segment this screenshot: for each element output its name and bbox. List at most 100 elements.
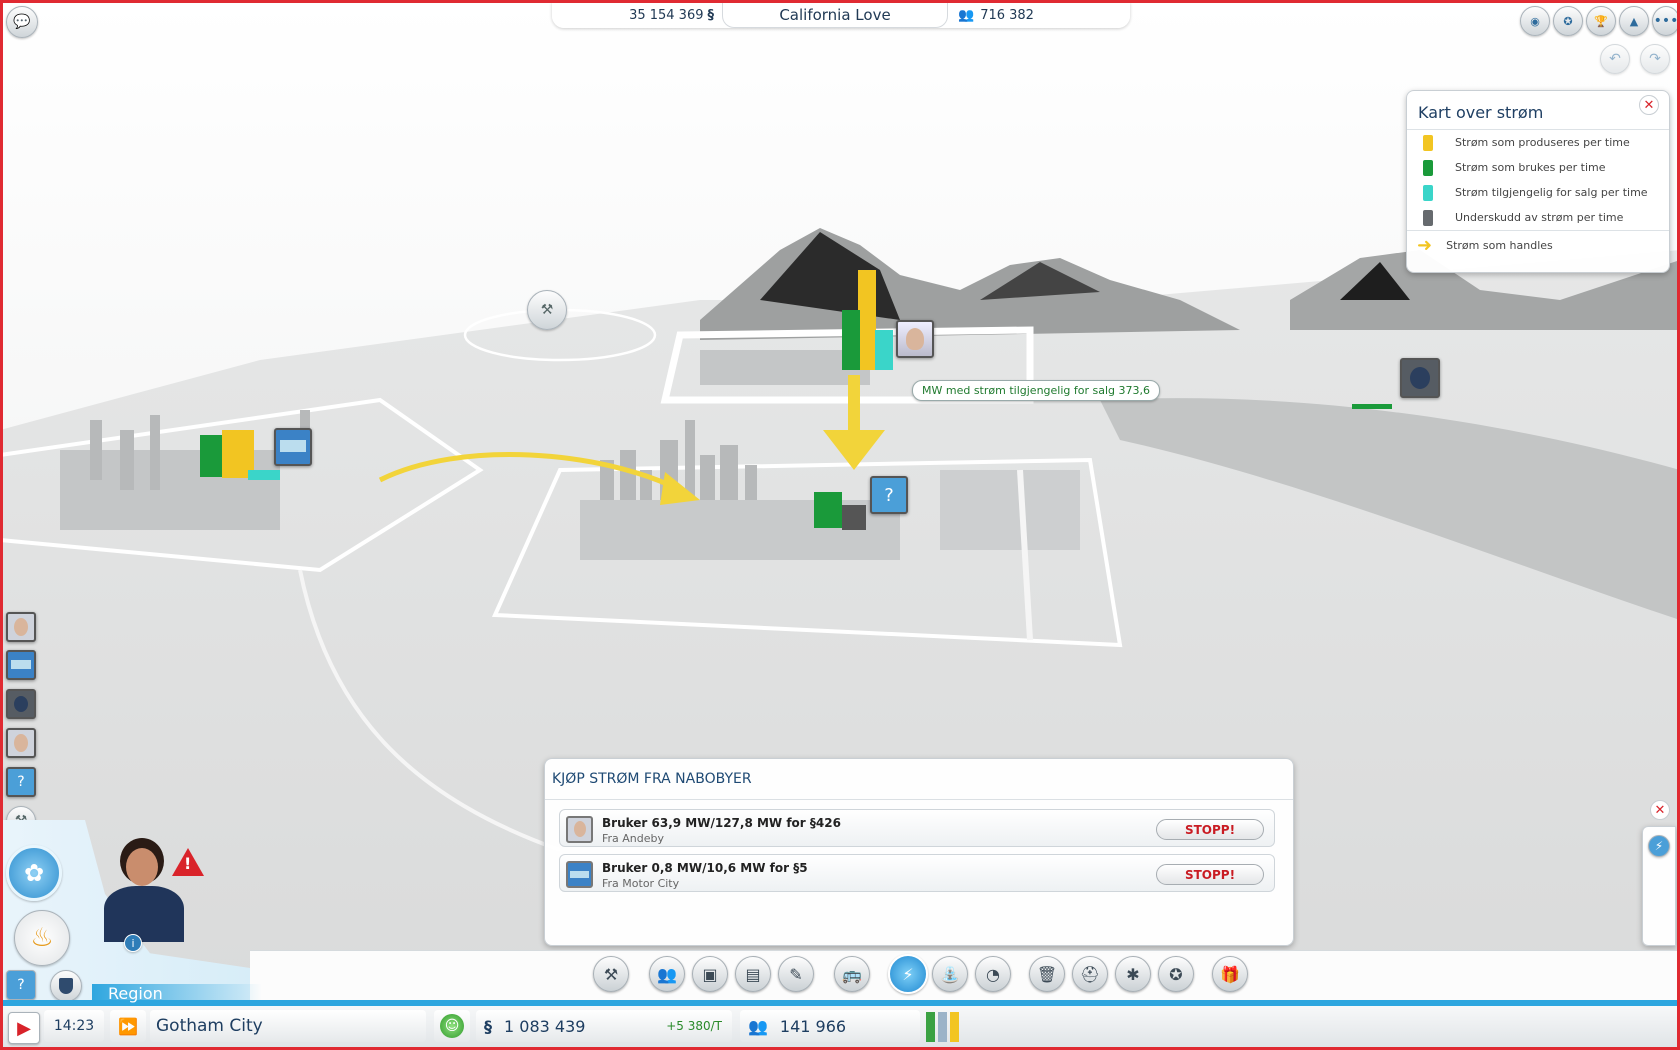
happiness-indicator[interactable]: ☺ bbox=[434, 1010, 470, 1042]
tool-residential[interactable]: ▣ bbox=[692, 956, 728, 992]
city-name-label: Gotham City bbox=[156, 1016, 263, 1036]
trade-usage: Bruker 63,9 MW/127,8 MW for §426 bbox=[602, 816, 841, 830]
stop-trade-button[interactable]: STOPP! bbox=[1156, 864, 1264, 885]
city-name-field[interactable]: Gotham City bbox=[150, 1010, 426, 1042]
forward-arrow-icon: ↷ bbox=[1649, 51, 1661, 67]
region-view-button[interactable]: ✿ bbox=[6, 845, 62, 901]
geek-logo-icon bbox=[11, 660, 31, 669]
rankings-button[interactable]: ◉ bbox=[1520, 6, 1550, 36]
legend-title: Kart over strøm bbox=[1418, 103, 1544, 122]
advisor-info-button[interactable]: i bbox=[124, 934, 142, 952]
side-panel-close-button[interactable]: ✕ bbox=[1650, 800, 1670, 820]
legend-item-label: Strøm tilgjengelig for salg per time bbox=[1455, 186, 1648, 199]
tool-zones[interactable]: 👥 bbox=[649, 956, 685, 992]
undo-button[interactable]: ↶ bbox=[1600, 44, 1630, 74]
sale-swatch-icon bbox=[1423, 184, 1433, 201]
tool-industry[interactable]: ▤ bbox=[735, 956, 771, 992]
map-pin-andeby[interactable] bbox=[896, 320, 934, 358]
region-name-label: California Love bbox=[779, 5, 891, 24]
badge-icon: ✪ bbox=[1563, 14, 1573, 28]
buy-power-divider bbox=[545, 799, 1293, 800]
buy-power-panel: KJØP STRØM FRA NABOBYER Bruker 63,9 MW/1… bbox=[544, 758, 1294, 946]
simoleon-icon: § bbox=[707, 7, 715, 23]
bar-produced-top bbox=[858, 270, 876, 370]
geek-logo-icon bbox=[280, 440, 306, 452]
tool-commercial[interactable]: ✎ bbox=[778, 956, 814, 992]
city-population[interactable]: 👥 141 966 bbox=[740, 1010, 920, 1042]
rci-meter[interactable] bbox=[926, 1012, 972, 1042]
book-icon: ✎ bbox=[789, 964, 803, 984]
defense-button[interactable] bbox=[50, 970, 82, 1002]
region-name[interactable]: California Love bbox=[722, 2, 948, 28]
help-button[interactable]: ? bbox=[6, 970, 36, 1000]
region-tab[interactable]: Region bbox=[92, 984, 262, 1004]
close-icon: ✕ bbox=[1643, 97, 1655, 113]
redo-button[interactable]: ↷ bbox=[1640, 44, 1670, 74]
flame-icon: ▲ bbox=[1629, 14, 1639, 28]
trade-usage: Bruker 0,8 MW/10,6 MW for §5 bbox=[602, 861, 808, 875]
back-arrow-icon: ↶ bbox=[1609, 51, 1621, 67]
deficit-swatch-icon bbox=[1423, 209, 1433, 226]
tool-water[interactable]: ⛲ bbox=[932, 956, 968, 992]
tool-transport[interactable]: 🚌 bbox=[834, 956, 870, 992]
legend-close-button[interactable]: ✕ bbox=[1639, 95, 1659, 115]
tool-garbage[interactable]: 🗑 bbox=[1029, 956, 1065, 992]
advisor-face-icon bbox=[126, 848, 158, 886]
city-list-mayor[interactable] bbox=[6, 728, 36, 758]
map-tooltip: MW med strøm tilgjengelig for salg 373,6 bbox=[912, 380, 1160, 401]
map-pin-empty-plot[interactable]: ⚒ bbox=[527, 290, 567, 330]
tool-gifts[interactable]: 🎁 bbox=[1212, 956, 1248, 992]
motor-city-logo-icon bbox=[566, 861, 593, 888]
smiley-icon: ☺ bbox=[440, 1014, 464, 1038]
advisor-warning-icon[interactable]: ! bbox=[172, 848, 204, 876]
region-info-bar: 35 154 369 § California Love 👥 716 382 bbox=[552, 2, 1130, 28]
power-notification-button[interactable]: ⚡ bbox=[1648, 835, 1670, 857]
tool-roads[interactable]: ⚒ bbox=[593, 956, 629, 992]
trade-row-motor-city: Bruker 0,8 MW/10,6 MW for §5 Fra Motor C… bbox=[559, 854, 1275, 892]
sewage-icon: ◔ bbox=[986, 964, 1000, 984]
tool-fire[interactable]: ⛑ bbox=[1072, 956, 1108, 992]
population-value: 141 966 bbox=[779, 1016, 847, 1036]
tool-health[interactable]: ✱ bbox=[1115, 956, 1151, 992]
population-icon: 👥 bbox=[958, 7, 975, 23]
tool-sewage[interactable]: ◔ bbox=[975, 956, 1011, 992]
simoleon-icon: § bbox=[484, 1016, 492, 1036]
trophy-button[interactable]: 🏆 bbox=[1586, 6, 1616, 36]
bar-sale-left bbox=[248, 470, 280, 480]
map-pin-motor-city[interactable] bbox=[274, 428, 312, 466]
lightning-icon: ⚡ bbox=[902, 964, 914, 984]
city-specialization-button[interactable]: ♨ bbox=[14, 910, 70, 966]
rci-residential-bar bbox=[926, 1012, 935, 1042]
mayor-face-icon bbox=[14, 618, 28, 636]
leaderboard-button[interactable]: ▲ bbox=[1619, 6, 1649, 36]
lightning-icon: ⚡ bbox=[1654, 839, 1664, 853]
tool-police[interactable]: ✪ bbox=[1158, 956, 1194, 992]
bus-icon: 🚌 bbox=[842, 964, 862, 984]
advisor-body-icon bbox=[104, 886, 184, 942]
funds-value: 1 083 439 bbox=[504, 1016, 586, 1036]
medical-icon: ✱ bbox=[1126, 964, 1140, 984]
region-population-value: 716 382 bbox=[980, 7, 1034, 23]
rci-commercial-bar bbox=[938, 1012, 947, 1042]
menu-button[interactable]: ••• bbox=[1652, 6, 1680, 36]
geek-logo-icon bbox=[570, 871, 589, 878]
chat-button[interactable]: 💬 bbox=[6, 6, 38, 38]
game-speed-button[interactable]: ⏩ bbox=[110, 1010, 146, 1042]
city-list-andeby[interactable] bbox=[6, 612, 36, 642]
city-list-motor-city[interactable] bbox=[6, 650, 36, 680]
trophy-icon: 🏆 bbox=[1594, 14, 1608, 28]
city-list-unknown[interactable]: ? bbox=[6, 767, 36, 797]
stop-trade-button[interactable]: STOPP! bbox=[1156, 819, 1264, 840]
city-funds[interactable]: § 1 083 439 +5 380/T bbox=[476, 1010, 732, 1042]
pause-play-button[interactable]: ▶ bbox=[8, 1012, 40, 1044]
fast-forward-icon: ⏩ bbox=[118, 1016, 138, 1036]
map-pin-unknown[interactable]: ? bbox=[870, 476, 908, 514]
city-list-player[interactable] bbox=[6, 689, 36, 719]
bar-used-right bbox=[1352, 404, 1392, 409]
tool-power[interactable]: ⚡ bbox=[888, 954, 928, 994]
clock-time: 14:23 bbox=[53, 1018, 95, 1034]
used-swatch-icon bbox=[1423, 159, 1433, 176]
map-pin-right-city[interactable] bbox=[1400, 358, 1440, 398]
mayor-face-icon bbox=[14, 734, 28, 752]
achievements-button[interactable]: ✪ bbox=[1553, 6, 1583, 36]
